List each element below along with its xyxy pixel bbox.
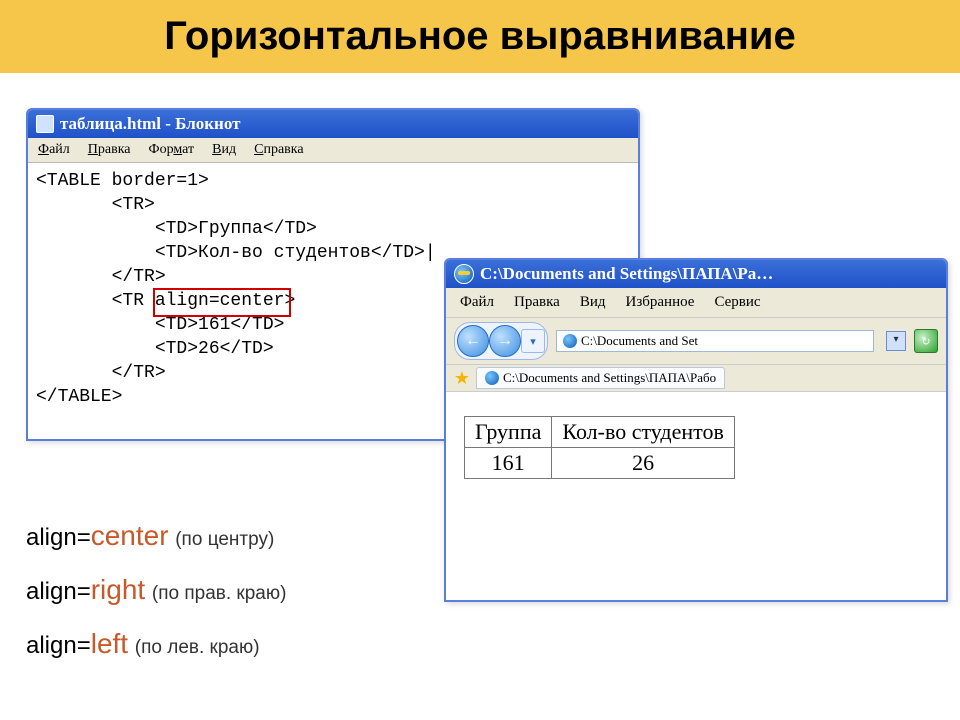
- slide-title-bar: Горизонтальное выравнивание: [0, 0, 960, 73]
- menu-file[interactable]: Файл: [38, 142, 70, 158]
- notepad-titlebar[interactable]: таблица.html - Блокнот: [28, 110, 638, 138]
- tab-page-icon: [485, 371, 499, 385]
- notepad-menubar: Файл Правка Формат Вид Справка: [28, 138, 638, 162]
- legend-prefix: align=: [26, 632, 91, 659]
- legend-value: right: [91, 574, 145, 605]
- ie-title: C:\Documents and Settings\ПАПА\Ра…: [480, 264, 773, 284]
- address-bar[interactable]: C:\Documents and Set: [556, 330, 874, 352]
- code-highlight-box: [153, 288, 291, 317]
- refresh-button[interactable]: ↻: [914, 329, 938, 353]
- td-count: 26: [552, 448, 734, 479]
- slide: Горизонтальное выравнивание таблица.html…: [0, 0, 960, 720]
- legend-value: center: [91, 520, 169, 551]
- slide-title: Горизонтальное выравнивание: [0, 14, 960, 59]
- ie-icon: [454, 264, 474, 284]
- favorites-icon[interactable]: ★: [452, 368, 472, 388]
- ie-menu-view[interactable]: Вид: [580, 294, 606, 311]
- tab-label: C:\Documents and Settings\ПАПА\Рабо: [503, 370, 716, 386]
- ie-page-body: Группа Кол-во студентов 161 26: [446, 392, 946, 600]
- ie-menu-tools[interactable]: Сервис: [714, 294, 760, 311]
- td-group: 161: [465, 448, 552, 479]
- menu-view[interactable]: Вид: [212, 142, 236, 158]
- align-legend: align=center (по центру) align=right (по…: [26, 520, 286, 682]
- ie-page-icon: [563, 334, 577, 348]
- rendered-table: Группа Кол-во студентов 161 26: [464, 416, 735, 479]
- legend-note: (по прав. краю): [152, 583, 287, 604]
- table-row: Группа Кол-во студентов: [465, 417, 735, 448]
- legend-value: left: [91, 628, 128, 659]
- forward-button[interactable]: →: [489, 325, 521, 357]
- menu-edit[interactable]: Правка: [88, 142, 131, 158]
- notepad-title: таблица.html - Блокнот: [60, 114, 240, 134]
- ie-titlebar[interactable]: C:\Documents and Settings\ПАПА\Ра…: [446, 260, 946, 288]
- ie-window: C:\Documents and Settings\ПАПА\Ра… Файл …: [444, 258, 948, 602]
- menu-help[interactable]: Справка: [254, 142, 303, 158]
- legend-note: (по лев. краю): [135, 637, 260, 658]
- table-row: 161 26: [465, 448, 735, 479]
- nav-buttons: ← → ▾: [454, 322, 548, 360]
- legend-note: (по центру): [175, 529, 274, 550]
- ie-tabbar: ★ C:\Documents and Settings\ПАПА\Рабо: [446, 365, 946, 392]
- ie-menu-edit[interactable]: Правка: [514, 294, 560, 311]
- legend-prefix: align=: [26, 578, 91, 605]
- th-count: Кол-во студентов: [552, 417, 734, 448]
- legend-prefix: align=: [26, 524, 91, 551]
- legend-left: align=left (по лев. краю): [26, 628, 286, 660]
- legend-center: align=center (по центру): [26, 520, 286, 552]
- notepad-icon: [36, 115, 54, 133]
- browser-tab[interactable]: C:\Documents and Settings\ПАПА\Рабо: [476, 367, 725, 389]
- menu-format[interactable]: Формат: [149, 142, 195, 158]
- th-group: Группа: [465, 417, 552, 448]
- address-dropdown[interactable]: ▾: [886, 331, 906, 351]
- ie-menubar: Файл Правка Вид Избранное Сервис: [446, 288, 946, 318]
- ie-toolbar: ← → ▾ C:\Documents and Set ▾ ↻: [446, 318, 946, 365]
- legend-right: align=right (по прав. краю): [26, 574, 286, 606]
- ie-menu-file[interactable]: Файл: [460, 294, 494, 311]
- nav-dropdown[interactable]: ▾: [521, 329, 545, 353]
- back-button[interactable]: ←: [457, 325, 489, 357]
- address-text: C:\Documents and Set: [581, 333, 698, 349]
- ie-menu-fav[interactable]: Избранное: [626, 294, 695, 311]
